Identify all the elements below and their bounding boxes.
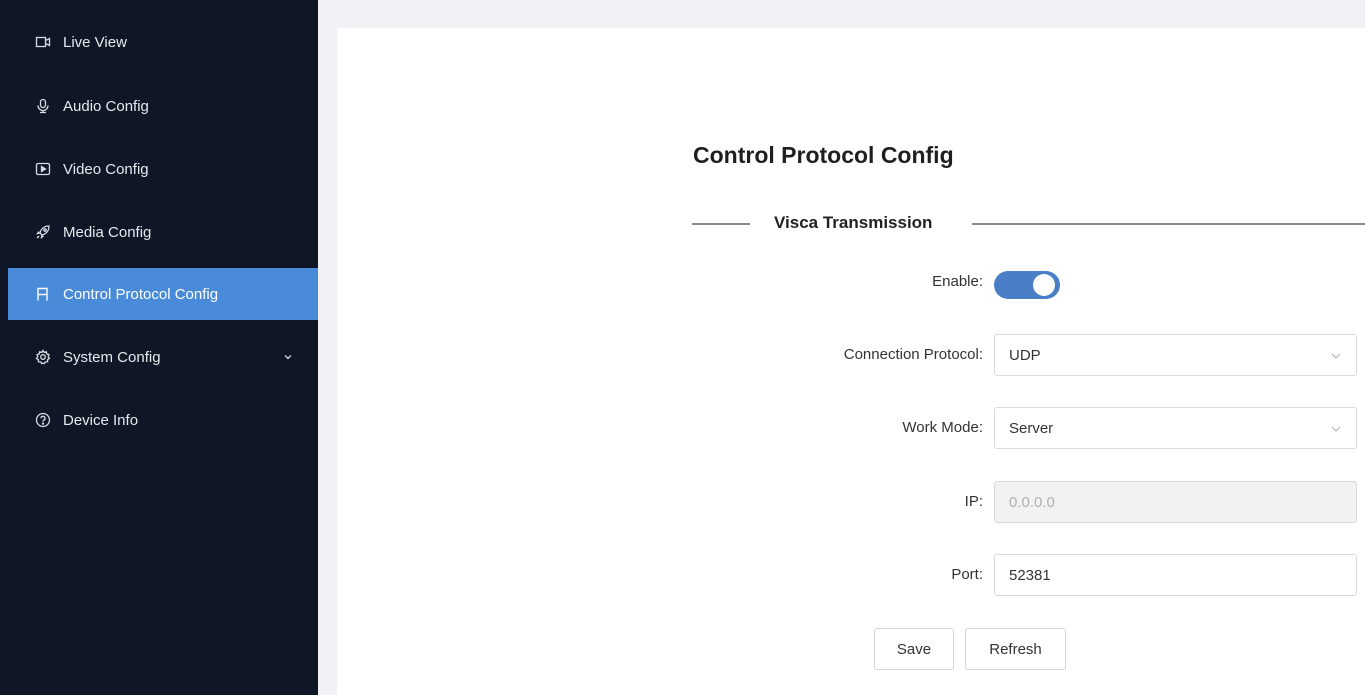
sidebar: Live View Audio Config Video Config Medi… — [0, 0, 318, 695]
sidebar-item-device-info[interactable]: Device Info — [8, 394, 318, 446]
connection-protocol-label: Connection Protocol: — [843, 346, 983, 363]
sidebar-item-label: System Config — [63, 348, 161, 366]
enable-toggle[interactable] — [994, 271, 1060, 299]
video-camera-icon — [35, 34, 51, 50]
content-panel: Control Protocol Config Visca Transmissi… — [337, 28, 1365, 695]
port-label: Port: — [951, 566, 983, 583]
sidebar-item-audio-config[interactable]: Audio Config — [8, 80, 318, 132]
connection-protocol-select[interactable]: UDP — [994, 334, 1357, 376]
sidebar-item-label: Video Config — [63, 160, 149, 178]
sidebar-item-media-config[interactable]: Media Config — [8, 206, 318, 258]
play-screen-icon — [35, 161, 51, 177]
sidebar-item-label: Media Config — [63, 223, 152, 241]
sidebar-item-control-protocol-config[interactable]: Control Protocol Config — [8, 268, 318, 320]
section-title: Visca Transmission — [774, 213, 933, 232]
rocket-icon — [35, 224, 51, 240]
work-mode-label: Work Mode: — [902, 419, 983, 436]
port-value: 52381 — [1009, 566, 1051, 584]
sidebar-item-label: Device Info — [63, 411, 139, 429]
enable-label: Enable: — [932, 273, 983, 290]
ip-input[interactable]: 0.0.0.0 — [994, 481, 1357, 523]
ip-placeholder: 0.0.0.0 — [1009, 493, 1055, 511]
work-mode-value: Server — [1009, 419, 1054, 437]
sidebar-item-label: Live View — [63, 33, 127, 51]
sidebar-item-live-view[interactable]: Live View — [8, 16, 318, 68]
chevron-down-icon — [1330, 422, 1342, 434]
save-button[interactable]: Save — [874, 628, 954, 670]
sidebar-item-video-config[interactable]: Video Config — [8, 143, 318, 195]
chevron-down-icon — [282, 350, 294, 362]
sidebar-item-system-config[interactable]: System Config — [8, 331, 318, 383]
page-title: Control Protocol Config — [693, 142, 954, 168]
port-input[interactable]: 52381 — [994, 554, 1357, 596]
section-divider-right — [972, 223, 1365, 225]
sidebar-item-label: Audio Config — [63, 97, 149, 115]
section-divider-left — [692, 223, 750, 225]
connection-protocol-value: UDP — [1009, 346, 1041, 364]
toggle-knob — [1033, 274, 1055, 296]
chevron-down-icon — [1330, 349, 1342, 361]
ip-label: IP: — [964, 493, 983, 510]
gear-icon — [35, 349, 51, 365]
work-mode-select[interactable]: Server — [994, 407, 1357, 449]
microphone-icon — [35, 98, 51, 114]
sidebar-item-label: Control Protocol Config — [63, 285, 219, 303]
question-circle-icon — [35, 412, 51, 428]
refresh-button[interactable]: Refresh — [965, 628, 1066, 670]
control-icon — [35, 286, 51, 302]
